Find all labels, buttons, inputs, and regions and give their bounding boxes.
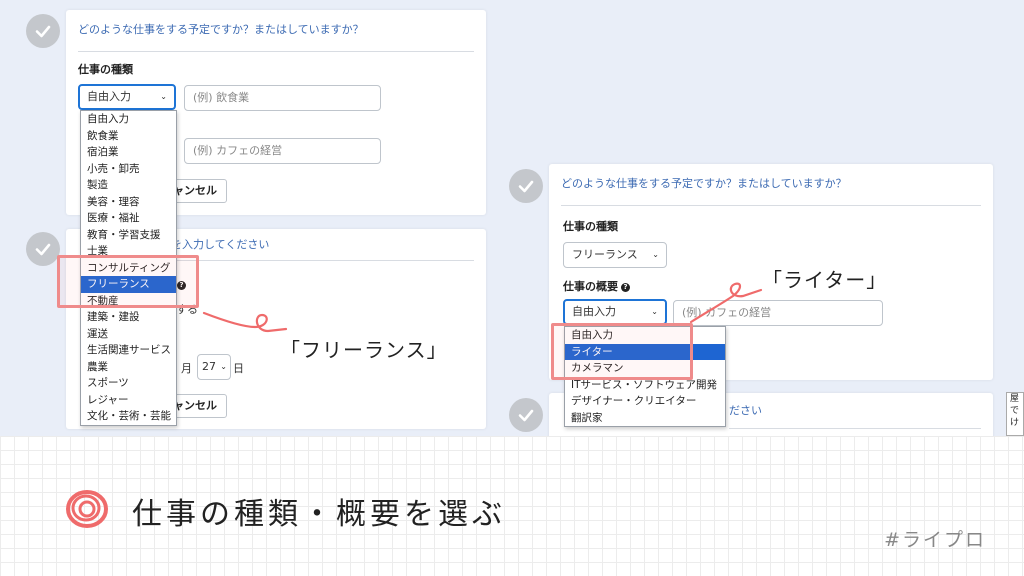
job-summary-option[interactable]: 翻訳家 [565,410,725,427]
job-summary-label: 仕事の概要? [563,278,630,294]
next-heading-text: ださい [729,404,762,417]
job-type-option[interactable]: 宿泊業 [81,144,176,161]
job-summary-select-value: 自由入力 [572,305,616,318]
day-select-value: 27 [202,360,216,373]
cancel-button-label: ャンセル [173,399,217,412]
day-label: 日 [233,362,244,375]
freelance-highlight-box [57,255,199,308]
day-select[interactable]: 27 ⌄ [197,354,231,380]
help-question-icon: ? [621,283,630,292]
job-type-free-input[interactable]: (例) 飲食業 [184,85,381,111]
job-type-option[interactable]: 医療・福祉 [81,210,176,227]
job-type-option[interactable]: 運送 [81,326,176,343]
job-type-option[interactable]: 小売・卸売 [81,161,176,178]
chevron-down-icon: ⌄ [651,307,658,316]
job-type-label: 仕事の種類 [563,220,618,233]
job-type-select[interactable]: 自由入力 ⌄ [78,84,176,110]
step-complete-check-icon [26,232,60,266]
job-type-option[interactable]: 飲食業 [81,128,176,145]
month-label: 月 [181,362,192,375]
cancel-button[interactable]: ャンセル [172,179,227,203]
cancel-button-label: ャンセル [173,184,217,197]
job-type-option[interactable]: 教育・学習支援 [81,227,176,244]
chevron-down-icon: ⌄ [652,250,659,259]
job-type-select[interactable]: フリーランス ⌄ [563,242,667,268]
side-card-snippet-text: 屋 で け [1010,394,1020,428]
job-type-option[interactable]: 農業 [81,359,176,376]
job-summary-select[interactable]: 自由入力 ⌄ [563,299,667,325]
chevron-down-icon: ⌄ [160,92,167,101]
annotation-arrow-curl-right [689,282,763,324]
job-type-option[interactable]: 製造 [81,177,176,194]
question-heading: どのような仕事をする予定ですか？またはしていますか？ [561,174,981,206]
writer-annotation-text: 「ライター」 [762,268,888,292]
job-summary-input[interactable]: (例) カフェの経営 [184,138,381,164]
next-heading: ださい [729,401,981,429]
chevron-down-icon: ⌄ [220,362,227,371]
date-heading: を入力してください [171,235,474,261]
step-complete-check-icon [26,14,60,48]
side-card-snippet: 屋 で け [1006,392,1024,436]
job-type-option[interactable]: 文化・芸術・芸能 [81,408,176,425]
date-heading-text: を入力してください [171,238,270,251]
job-type-label: 仕事の種類 [78,63,133,76]
job-type-option[interactable]: 美容・理容 [81,194,176,211]
footer-hashtag: #ライプロ [884,529,986,551]
job-type-select-value: フリーランス [572,248,638,261]
job-type-option[interactable]: レジャー [81,392,176,409]
footer-title: 仕事の種類・概要を選ぶ [132,497,506,532]
job-type-option[interactable]: 自由入力 [81,111,176,128]
job-summary-label-text: 仕事の概要 [563,280,618,293]
job-type-select-value: 自由入力 [87,90,131,103]
annotation-arrow-curl-left [202,311,288,333]
red-scribble-circle-icon [66,490,108,528]
freelance-annotation-text: 「フリーランス」 [280,338,448,362]
job-type-option[interactable]: スポーツ [81,375,176,392]
job-type-option[interactable]: 生活関連サービス [81,342,176,359]
job-summary-option[interactable]: デザイナー・クリエイター [565,393,725,410]
cancel-button[interactable]: ャンセル [172,394,227,418]
question-heading: どのような仕事をする予定ですか？またはしていますか？ [78,20,474,52]
job-type-option[interactable]: 建築・建設 [81,309,176,326]
writer-highlight-box [551,323,693,380]
step-complete-check-icon [509,169,543,203]
step-complete-check-icon [509,398,543,432]
